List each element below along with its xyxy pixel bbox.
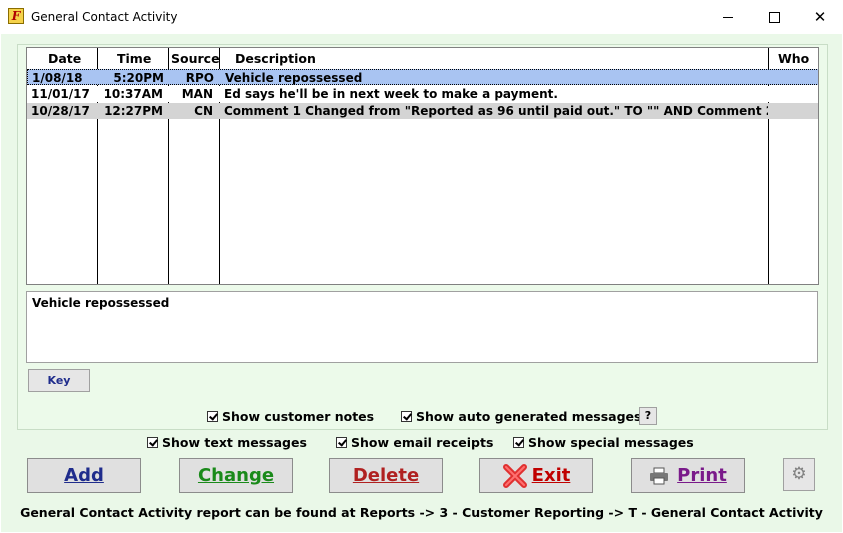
app-icon: F xyxy=(8,8,24,24)
cell-time: 5:20PM xyxy=(113,71,164,85)
show-auto-generated-checkbox[interactable]: Show auto generated messages xyxy=(401,409,641,424)
show-special-messages-checkbox[interactable]: Show special messages xyxy=(513,435,694,450)
change-button[interactable]: Change xyxy=(179,458,293,493)
checkbox-label: Show email receipts xyxy=(351,435,494,450)
gear-icon: ⚙ xyxy=(791,464,807,484)
cell-date: 10/28/17 xyxy=(31,104,90,118)
cell-source: MAN xyxy=(181,87,213,101)
checkbox-checked-icon xyxy=(207,411,218,422)
checkbox-checked-icon xyxy=(147,437,158,448)
table-row[interactable]: 10/28/17 12:27PM CN Comment 1 Changed fr… xyxy=(27,103,818,119)
table-row[interactable]: 11/01/17 10:37AM MAN Ed says he'll be in… xyxy=(27,86,818,102)
print-button-label: Print xyxy=(677,465,727,486)
close-icon: ✕ xyxy=(813,7,827,26)
delete-button[interactable]: Delete xyxy=(329,458,443,493)
cell-date: 11/01/17 xyxy=(31,87,90,101)
maximize-icon xyxy=(768,11,780,23)
key-button[interactable]: Key xyxy=(28,369,90,392)
exit-button[interactable]: Exit xyxy=(479,458,593,493)
window-title: General Contact Activity xyxy=(31,10,178,24)
cell-time: 10:37AM xyxy=(103,87,163,101)
cell-time: 12:27PM xyxy=(104,104,163,118)
printer-icon xyxy=(650,467,669,484)
activity-table[interactable]: Date Time Source Description Who 1/08/18… xyxy=(26,47,819,285)
column-header-source[interactable]: Source xyxy=(171,51,220,66)
delete-button-label: Delete xyxy=(352,465,420,486)
table-row[interactable]: 1/08/18 5:20PM RPO Vehicle repossessed xyxy=(27,69,818,85)
checkbox-checked-icon xyxy=(336,437,347,448)
cell-description: Vehicle repossessed xyxy=(225,71,363,85)
show-customer-notes-checkbox[interactable]: Show customer notes xyxy=(207,409,374,424)
column-header-description[interactable]: Description xyxy=(235,51,316,66)
exit-button-label: Exit xyxy=(531,465,571,486)
add-button-label: Add xyxy=(64,465,104,486)
window-client: Date Time Source Description Who 1/08/18… xyxy=(1,34,842,532)
activity-panel: Date Time Source Description Who 1/08/18… xyxy=(17,44,828,430)
add-button[interactable]: Add xyxy=(27,458,141,493)
title-bar: F General Contact Activity ✕ xyxy=(0,0,843,34)
checkbox-label: Show auto generated messages xyxy=(416,409,642,424)
help-button[interactable]: ? xyxy=(639,407,657,425)
column-header-time[interactable]: Time xyxy=(117,51,151,66)
checkbox-checked-icon xyxy=(401,411,412,422)
maximize-button[interactable] xyxy=(751,0,797,34)
change-button-label: Change xyxy=(197,465,275,486)
minimize-button[interactable] xyxy=(705,0,751,34)
close-button[interactable]: ✕ xyxy=(797,0,843,34)
column-header-date[interactable]: Date xyxy=(48,51,81,66)
checkbox-label: Show text messages xyxy=(162,435,307,450)
cell-source: RPO xyxy=(185,71,214,85)
settings-button[interactable]: ⚙ xyxy=(783,458,815,491)
column-header-who[interactable]: Who xyxy=(778,51,809,66)
detail-textbox[interactable]: Vehicle repossessed xyxy=(26,291,818,363)
checkbox-label: Show customer notes xyxy=(222,409,375,424)
show-email-receipts-checkbox[interactable]: Show email receipts xyxy=(336,435,493,450)
x-icon xyxy=(502,463,527,488)
cell-description: Ed says he'll be in next week to make a … xyxy=(224,87,558,101)
detail-text: Vehicle repossessed xyxy=(32,296,170,310)
print-button[interactable]: Print xyxy=(631,458,745,493)
checkbox-label: Show special messages xyxy=(528,435,694,450)
footer-hint: General Contact Activity report can be f… xyxy=(20,505,823,520)
cell-source: CN xyxy=(194,104,213,118)
cell-description: Comment 1 Changed from "Reported as 96 u… xyxy=(224,104,768,118)
minimize-icon xyxy=(723,16,733,18)
show-text-messages-checkbox[interactable]: Show text messages xyxy=(147,435,307,450)
checkbox-checked-icon xyxy=(513,437,524,448)
cell-date: 1/08/18 xyxy=(32,71,83,85)
